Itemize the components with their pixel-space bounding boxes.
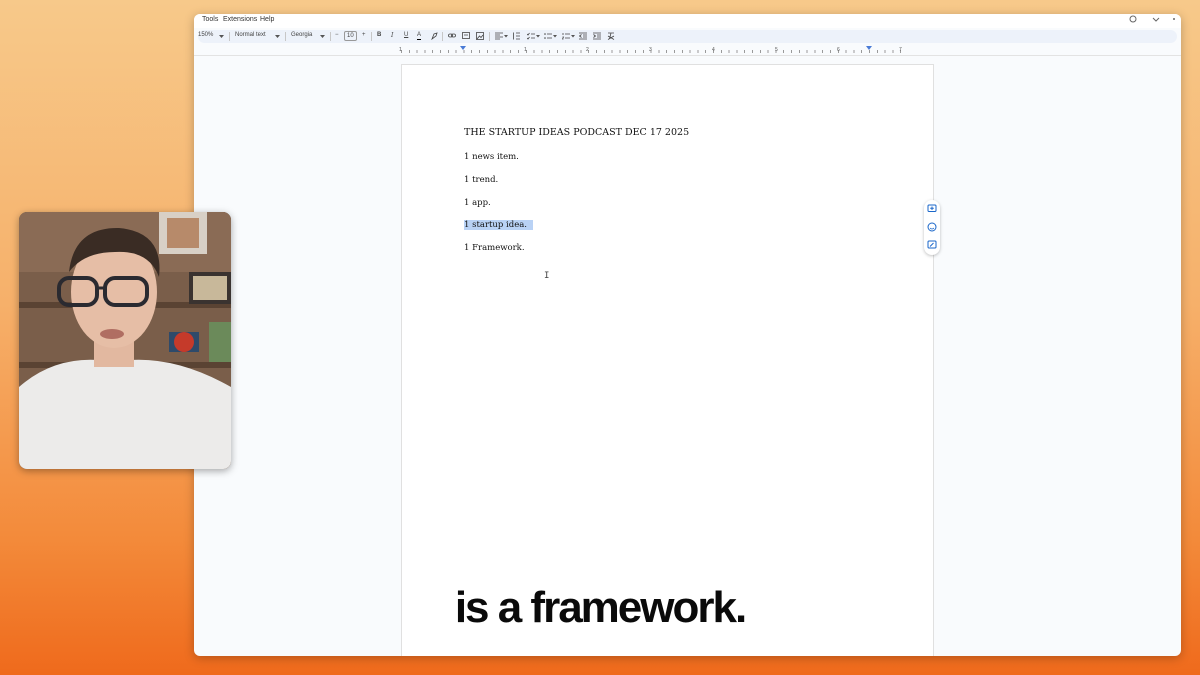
webcam-overlay [19,212,231,469]
increase-indent-icon[interactable] [593,32,601,40]
image-icon[interactable] [476,32,484,40]
chevron-down-icon [219,35,224,38]
ruler[interactable]: 1 1 2 3 4 5 6 7 [194,45,1181,56]
menu-help[interactable]: Help [260,16,274,23]
document-page[interactable]: THE STARTUP IDEAS PODCAST DEC 17 2025 1 … [401,64,934,656]
chevron-down-icon [504,35,508,38]
chevron-down-icon [553,35,557,38]
presenter-video-icon [19,212,231,469]
toolbar: 150% Normal text Georgia − 10 + B I U A [198,30,1177,43]
bulleted-list-icon[interactable] [544,32,552,40]
underline-button[interactable]: U [404,32,408,38]
clear-formatting-icon[interactable] [607,32,615,40]
line-spacing-icon[interactable] [512,32,520,40]
zoom-select[interactable]: 150% [198,32,213,38]
align-left-icon[interactable] [495,32,503,40]
right-indent-marker[interactable] [866,46,872,50]
chevron-down-icon [275,35,280,38]
chevron-down-icon [571,35,575,38]
menu-extensions[interactable]: Extensions [223,16,257,23]
italic-button[interactable]: I [391,32,393,39]
font-size-decrease-button[interactable]: − [335,32,339,38]
suggest-edit-icon[interactable] [927,240,937,250]
chevron-down-icon [536,35,540,38]
document-line[interactable]: 1 trend. [464,175,498,185]
font-size-input[interactable]: 10 [344,31,357,41]
docs-window: Tools Extensions Help 150% Normal text G… [194,14,1181,656]
left-indent-marker[interactable] [460,46,466,50]
comment-icon[interactable] [462,32,470,40]
ruler-label: 7 [899,47,902,53]
emoji-icon[interactable] [927,222,937,232]
checklist-icon[interactable] [527,32,535,40]
ruler-label: 1 [524,47,527,53]
add-comment-icon[interactable] [927,204,937,214]
menu-tools[interactable]: Tools [202,16,218,23]
ruler-label: 1 [399,47,402,53]
ruler-label: 2 [586,47,589,53]
chevron-down-icon [320,35,325,38]
highlighter-icon[interactable] [431,32,438,40]
document-line-selected[interactable]: 1 startup idea. [464,220,534,230]
menu-bar: Tools Extensions Help [194,14,1181,28]
video-caption: is a framework. [454,583,747,632]
document-line[interactable]: 1 Framework. [464,243,525,253]
side-actions-panel [924,200,940,255]
document-title[interactable]: THE STARTUP IDEAS PODCAST DEC 17 2025 [464,127,689,138]
chevron-icon[interactable] [1152,15,1160,23]
history-icon[interactable] [1129,15,1137,23]
text-color-button[interactable]: A [417,32,422,40]
style-select[interactable]: Normal text [235,32,266,38]
bold-button[interactable]: B [377,32,381,38]
more-icon[interactable] [1170,15,1178,23]
ruler-label: 6 [837,47,840,53]
ruler-label: 4 [712,47,715,53]
decrease-indent-icon[interactable] [579,32,587,40]
document-line[interactable]: 1 app. [464,198,491,208]
font-size-increase-button[interactable]: + [362,32,366,38]
ruler-label: 5 [775,47,778,53]
font-select[interactable]: Georgia [291,32,312,38]
numbered-list-icon[interactable] [562,32,570,40]
link-icon[interactable] [448,33,456,39]
document-line[interactable]: 1 news item. [464,152,519,162]
ruler-label: 3 [649,47,652,53]
text-cursor: I [544,271,550,281]
